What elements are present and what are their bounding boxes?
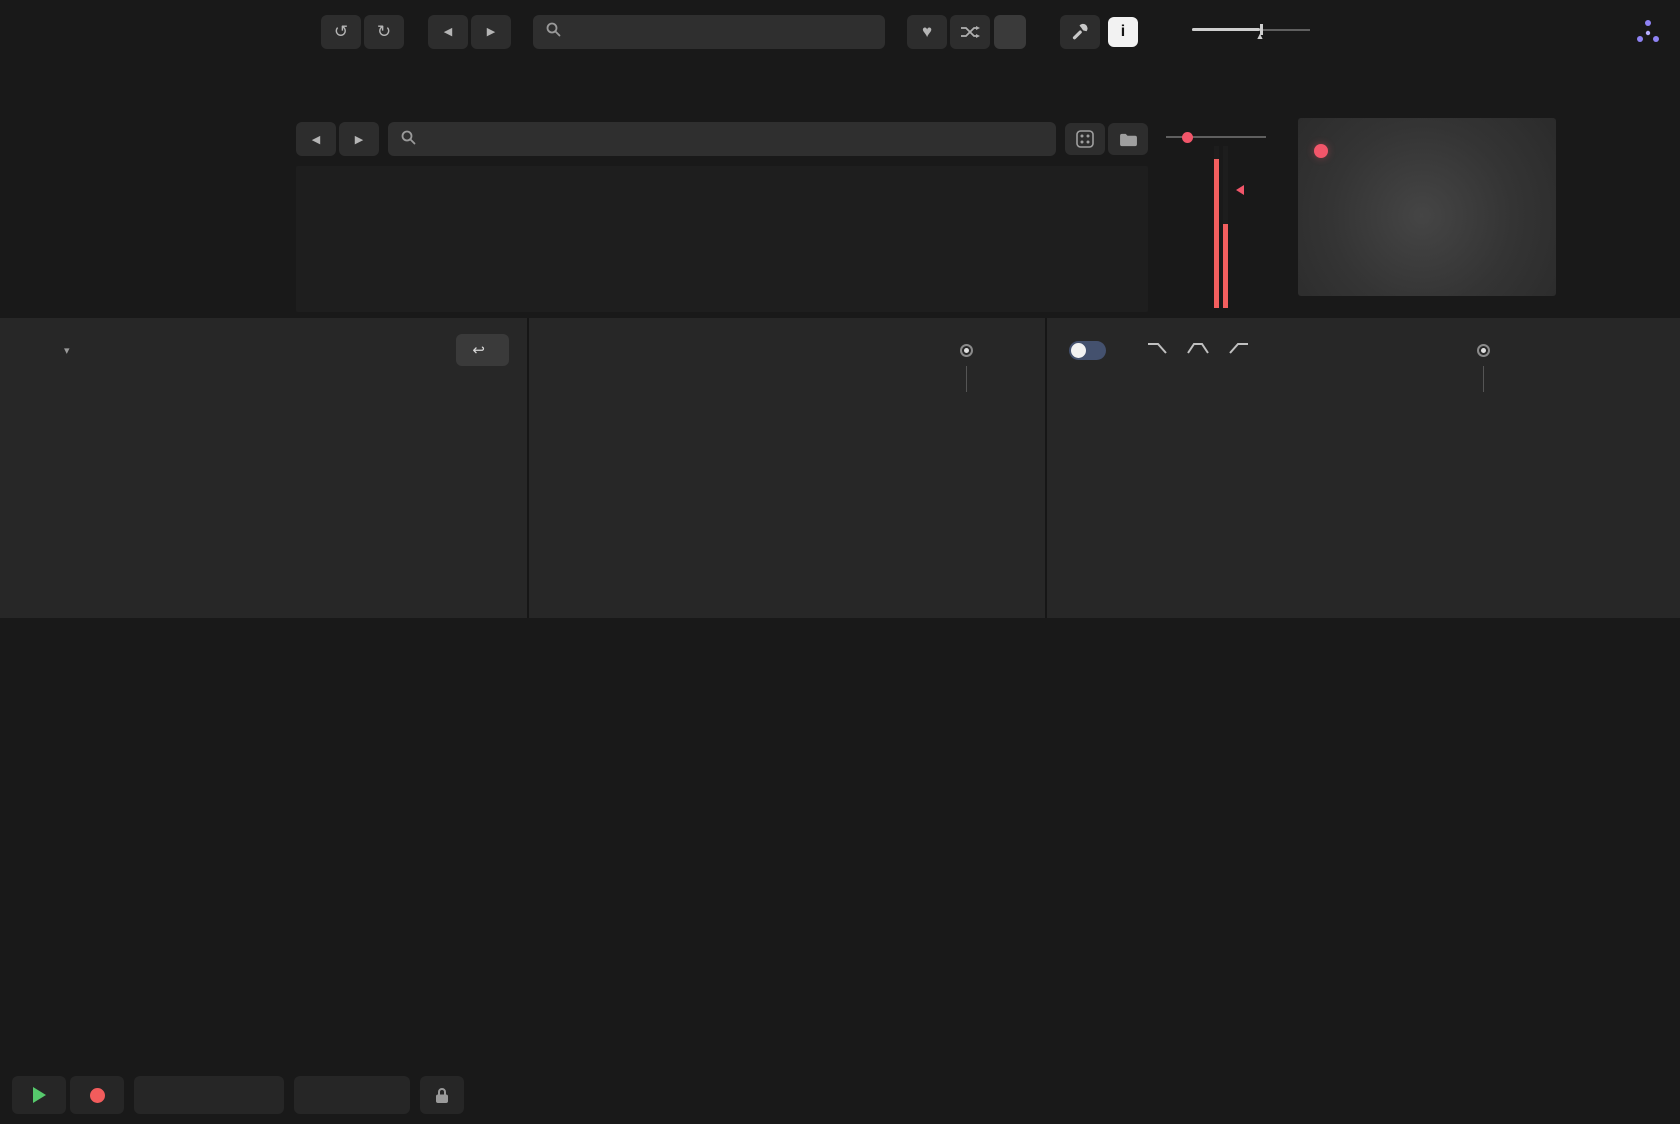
toggle-knob	[1071, 343, 1086, 358]
master-volume-slider[interactable]: ▲	[1192, 20, 1310, 44]
host-sync-button[interactable]	[134, 1076, 284, 1114]
undo-redo-group: ↺ ↻	[321, 15, 404, 49]
save-button[interactable]	[994, 15, 1026, 49]
choke-selector[interactable]: ▾	[64, 344, 77, 357]
search-icon	[545, 21, 561, 42]
drum-panel: ▾ ↩	[12, 318, 527, 618]
sample-level-meter	[1214, 146, 1230, 308]
mixer-tab-bar	[12, 622, 1668, 662]
waveform-svg	[296, 166, 1148, 312]
previous-sample-icon[interactable]: ◀	[296, 122, 336, 156]
next-preset-icon[interactable]: ▶	[471, 15, 511, 49]
record-icon	[90, 1088, 105, 1103]
settings-wrench-icon[interactable]	[1060, 15, 1100, 49]
drum-pad-tabs	[12, 66, 1668, 110]
peak-marker-icon	[1231, 185, 1244, 195]
filter-enable-toggle[interactable]	[1069, 341, 1106, 360]
triaz-app-window: ↺ ↻ ◀ ▶ ♥ i ▲	[0, 0, 1680, 1124]
slider-marker-icon: ▲	[1255, 31, 1264, 41]
slider-fill	[1192, 28, 1260, 32]
chevron-down-icon: ▾	[64, 344, 70, 357]
triaz-logo	[1638, 18, 1664, 46]
sample-search-input[interactable]	[426, 131, 1044, 148]
logo-dots-icon	[1634, 18, 1662, 46]
blend-position-dot[interactable]	[1314, 144, 1328, 158]
sample-volume-slider[interactable]	[1166, 130, 1266, 144]
favorite-shuffle-group: ♥	[907, 15, 990, 49]
info-icon[interactable]: i	[1108, 17, 1138, 47]
pitch-panel	[529, 318, 1045, 618]
mixer-section	[12, 666, 1668, 1062]
control-panels: ▾ ↩	[0, 318, 1680, 618]
sample-toolbar: ◀ ▶	[296, 120, 1148, 158]
filter-type-icons	[1146, 340, 1250, 361]
bandpass-filter-icon[interactable]	[1186, 340, 1210, 361]
sync-radio-icon	[960, 344, 973, 357]
sync-radio-icon	[1477, 344, 1490, 357]
sample-section: ◀ ▶	[0, 112, 1680, 318]
slider-handle[interactable]	[1182, 132, 1193, 143]
undo-icon[interactable]: ↺	[321, 15, 361, 49]
preset-search-input[interactable]	[571, 23, 873, 40]
transport-bar	[0, 1066, 1680, 1124]
play-icon	[33, 1087, 46, 1103]
sync-line	[966, 366, 968, 392]
waveform-display[interactable]	[296, 166, 1148, 312]
random-sample-icon[interactable]	[1065, 123, 1105, 155]
top-bar: ↺ ↻ ◀ ▶ ♥ i ▲	[0, 0, 1680, 63]
reverse-icon: ↩	[472, 341, 485, 359]
shuffle-icon[interactable]	[950, 15, 990, 49]
record-button[interactable]	[70, 1076, 124, 1114]
lock-icon[interactable]	[420, 1076, 464, 1114]
pitch-sync-toggle[interactable]	[960, 344, 981, 357]
preset-nav-group: ◀ ▶	[428, 15, 511, 49]
reverse-button[interactable]: ↩	[456, 334, 509, 366]
lowpass-filter-icon[interactable]	[1146, 340, 1170, 361]
sample-search[interactable]	[388, 122, 1056, 156]
play-button[interactable]	[12, 1076, 66, 1114]
favorite-heart-icon[interactable]: ♥	[907, 15, 947, 49]
export-button[interactable]	[294, 1076, 410, 1114]
sync-line	[1483, 366, 1485, 392]
search-icon	[400, 129, 416, 150]
filter-panel	[1047, 318, 1668, 618]
preset-search[interactable]	[533, 15, 885, 49]
next-sample-icon[interactable]: ▶	[339, 122, 379, 156]
highpass-filter-icon[interactable]	[1226, 340, 1250, 361]
filter-sync-toggle[interactable]	[1477, 344, 1498, 357]
slider-track	[1166, 136, 1266, 138]
layer-blend-pad[interactable]	[1298, 118, 1556, 296]
redo-icon[interactable]: ↻	[364, 15, 404, 49]
folder-icon[interactable]	[1108, 123, 1148, 155]
previous-preset-icon[interactable]: ◀	[428, 15, 468, 49]
